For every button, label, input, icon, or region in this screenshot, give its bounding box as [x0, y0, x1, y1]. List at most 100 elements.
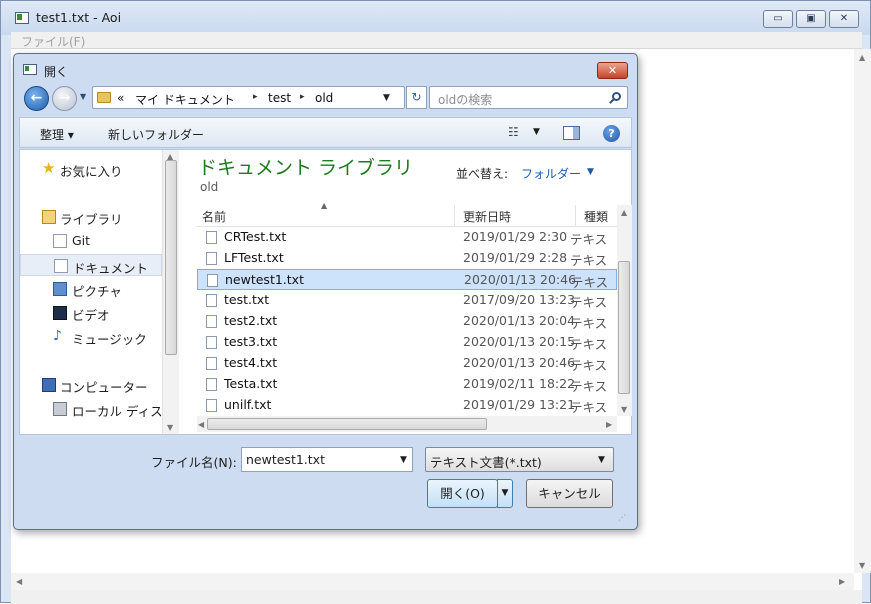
nav-git[interactable]: Git [20, 230, 162, 252]
file-list-scroll-thumb[interactable] [618, 261, 630, 394]
address-bar[interactable]: « マイ ドキュメント ▸ test ▸ old ▼ [92, 86, 405, 109]
scroll-up-icon[interactable]: ▲ [621, 208, 627, 217]
close-button[interactable]: ✕ [829, 10, 859, 28]
minimize-button[interactable]: ▭ [763, 10, 793, 28]
column-modified[interactable]: 更新日時 [463, 208, 511, 225]
nav-libraries[interactable]: ライブラリ [20, 206, 162, 228]
text-file-icon [206, 315, 217, 328]
file-list-hscroll-thumb[interactable] [207, 418, 487, 430]
search-icon[interactable] [612, 92, 621, 101]
file-name: test2.txt [224, 313, 278, 328]
navigation-pane: ★ お気に入り ライブラリ Git ドキュメント ピクチャ ビデオ ♪ ミュージ… [20, 150, 180, 434]
file-row[interactable]: test.txt 2017/09/20 13:23 テキス [197, 290, 617, 311]
file-name: test4.txt [224, 355, 278, 370]
column-type[interactable]: 種類 [584, 208, 608, 225]
scroll-right-icon[interactable]: ▶ [606, 420, 612, 429]
file-type: テキス [571, 275, 609, 290]
search-placeholder: oldの検索 [438, 93, 493, 107]
resize-grip-icon[interactable]: ⋰ [618, 513, 626, 522]
filename-value: newtest1.txt [246, 452, 325, 467]
maximize-button[interactable]: ▣ [796, 10, 826, 28]
organize-button[interactable]: 整理 ▾ [40, 126, 74, 143]
open-options-dropdown-icon[interactable]: ▼ [497, 479, 513, 508]
filename-dropdown-icon[interactable]: ▼ [400, 455, 407, 465]
file-list-horizontal-scrollbar[interactable]: ◀ ▶ [197, 416, 617, 432]
scroll-left-icon[interactable]: ◀ [16, 577, 22, 586]
nav-documents[interactable]: ドキュメント [20, 254, 162, 276]
column-divider[interactable] [575, 205, 576, 227]
computer-icon [42, 378, 56, 392]
dialog-toolbar: 整理 ▾ 新しいフォルダー ☷ ▼ ? [19, 117, 632, 148]
menu-file[interactable]: ファイル(F) [21, 33, 85, 50]
views-icon[interactable]: ☷ [508, 125, 519, 139]
cancel-button[interactable]: キャンセル [526, 479, 613, 508]
dialog-title: 開く [44, 65, 69, 79]
file-row[interactable]: unilf.txt 2019/01/29 13:21 テキス [197, 395, 617, 416]
breadcrumb-my-documents[interactable]: マイ ドキュメント [135, 91, 235, 108]
nav-scrollbar[interactable]: ▲ ▼ [162, 150, 179, 434]
breadcrumb-chevron-icon[interactable]: ▸ [300, 92, 305, 102]
search-input[interactable]: oldの検索 [429, 86, 628, 109]
file-row[interactable]: test4.txt 2020/01/13 20:46 テキス [197, 353, 617, 374]
text-file-icon [206, 252, 217, 265]
filetype-dropdown-icon[interactable]: ▼ [598, 455, 605, 465]
breadcrumb-test[interactable]: test [268, 91, 291, 105]
history-dropdown-icon[interactable]: ▼ [80, 92, 86, 101]
nav-computer[interactable]: コンピューター [20, 374, 162, 396]
scroll-right-icon[interactable]: ▶ [839, 577, 845, 586]
open-dialog: 開く ✕ ← → ▼ « マイ ドキュメント ▸ test ▸ old ▼ ↻ … [13, 53, 638, 530]
new-folder-button[interactable]: 新しいフォルダー [108, 126, 204, 143]
file-type: テキス [570, 358, 608, 373]
column-name[interactable]: 名前 [202, 208, 226, 225]
breadcrumb-chevron-icon[interactable]: ▸ [253, 92, 258, 102]
file-date: 2019/01/29 2:30 [463, 229, 568, 244]
file-date: 2017/09/20 13:23 [463, 292, 576, 307]
arrange-dropdown-icon[interactable]: ▼ [587, 167, 594, 177]
file-row[interactable]: LFTest.txt 2019/01/29 2:28 テキス [197, 248, 617, 269]
views-dropdown-icon[interactable]: ▼ [533, 127, 540, 137]
file-row[interactable]: CRTest.txt 2019/01/29 2:30 テキス [197, 227, 617, 248]
file-list-vertical-scrollbar[interactable]: ▲ ▼ [617, 205, 632, 416]
editor-vertical-scrollbar[interactable]: ▲ ▼ [854, 49, 871, 573]
breadcrumb-old[interactable]: old [315, 91, 333, 105]
file-row[interactable]: Testa.txt 2019/02/11 18:22 テキス [197, 374, 617, 395]
text-file-icon [206, 336, 217, 349]
arrange-by-dropdown[interactable]: フォルダー [521, 165, 581, 182]
file-name: test3.txt [224, 334, 278, 349]
file-row[interactable]: test2.txt 2020/01/13 20:04 テキス [197, 311, 617, 332]
help-icon[interactable]: ? [603, 125, 620, 142]
scroll-down-icon[interactable]: ▼ [621, 405, 627, 414]
nav-videos[interactable]: ビデオ [20, 302, 162, 324]
forward-button[interactable]: → [52, 86, 77, 111]
file-type: テキス [570, 253, 608, 268]
editor-horizontal-scrollbar[interactable]: ◀ ▶ [11, 573, 854, 590]
scroll-up-icon[interactable]: ▲ [859, 53, 865, 62]
filetype-select[interactable]: テキスト文書(*.txt) ▼ [425, 447, 614, 472]
nav-scroll-thumb[interactable] [165, 160, 177, 355]
file-name: test.txt [224, 292, 270, 307]
breadcrumb-overflow[interactable]: « [117, 91, 124, 105]
nav-favorites[interactable]: ★ お気に入り [20, 158, 162, 180]
file-row[interactable]: test3.txt 2020/01/13 20:15 テキス [197, 332, 617, 353]
nav-local-disk[interactable]: ローカル ディス [20, 398, 163, 420]
text-file-icon [206, 357, 217, 370]
filetype-value: テキスト文書(*.txt) [430, 455, 542, 470]
file-date: 2019/01/29 13:21 [463, 397, 576, 412]
file-row-selected[interactable]: newtest1.txt 2020/01/13 20:46 テキス [197, 269, 617, 290]
open-button[interactable]: 開く(O) [427, 479, 498, 508]
nav-music[interactable]: ♪ ミュージック [20, 326, 162, 348]
scroll-left-icon[interactable]: ◀ [198, 420, 204, 429]
file-date: 2020/01/13 20:46 [463, 355, 576, 370]
dialog-close-button[interactable]: ✕ [597, 62, 628, 79]
nav-pictures[interactable]: ピクチャ [20, 278, 162, 300]
preview-pane-icon[interactable] [563, 126, 580, 140]
back-button[interactable]: ← [24, 86, 49, 111]
scroll-down-icon[interactable]: ▼ [167, 423, 173, 432]
filename-input[interactable]: newtest1.txt ▼ [241, 447, 413, 472]
refresh-button[interactable]: ↻ [406, 86, 427, 109]
column-divider[interactable] [454, 205, 455, 227]
nav-pictures-label: ピクチャ [72, 284, 122, 299]
address-dropdown-icon[interactable]: ▼ [383, 93, 390, 103]
scroll-down-icon[interactable]: ▼ [859, 561, 865, 570]
text-file-icon [206, 378, 217, 391]
